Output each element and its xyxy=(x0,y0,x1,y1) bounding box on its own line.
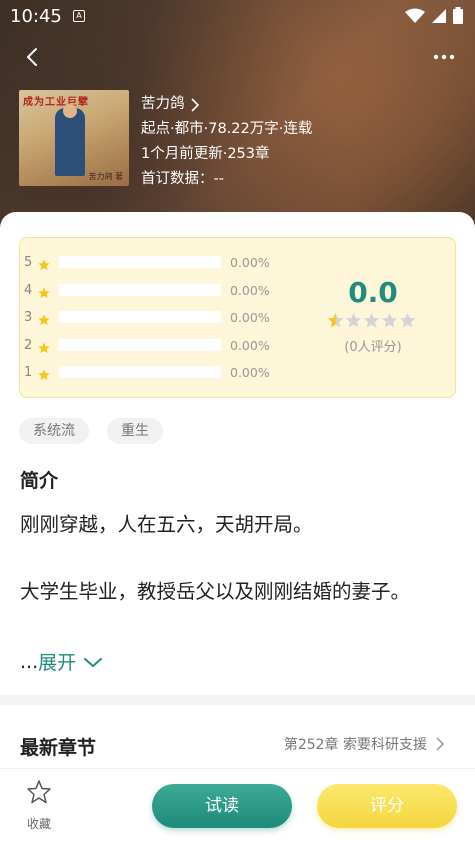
latest-chapter-name: 第252章 索要科研支援 xyxy=(283,737,427,753)
rating-star-level: 2 xyxy=(24,337,33,353)
notification-icon: A xyxy=(73,10,85,22)
star-icon xyxy=(38,284,50,298)
cover-figure-head xyxy=(63,104,77,118)
rating-count: (0人评分) xyxy=(344,340,402,355)
rating-bar xyxy=(59,311,221,323)
expand-ellipsis: ... xyxy=(20,650,39,673)
rating-star-level: 5 xyxy=(24,254,33,270)
more-dots-icon[interactable] xyxy=(431,44,457,70)
star-icon xyxy=(38,311,50,325)
rating-percent: 0.00% xyxy=(230,282,270,298)
cover-author: 苦力鸽 著 xyxy=(88,172,123,181)
rating-star-level: 4 xyxy=(24,282,33,298)
rating-star-level: 1 xyxy=(24,364,33,380)
rating-row: 5 0.00% xyxy=(24,252,270,272)
rating-bar xyxy=(59,256,221,268)
battery-icon xyxy=(453,7,463,24)
rating-percent: 0.00% xyxy=(230,337,270,353)
rating-row: 4 0.00% xyxy=(24,280,270,300)
section-divider xyxy=(0,695,475,705)
rating-bar xyxy=(59,339,221,351)
star-icon xyxy=(38,366,50,380)
rating-percent: 0.00% xyxy=(230,364,270,380)
author-name: 苦力鸽 xyxy=(141,96,185,112)
star-outline-icon xyxy=(27,780,51,804)
expand-label: 展开 xyxy=(38,652,77,674)
intro-title: 简介 xyxy=(20,470,59,492)
star-icon xyxy=(38,339,50,353)
rating-bar xyxy=(59,366,221,378)
book-cover[interactable]: 成为工业巨擘 苦力鸽 著 xyxy=(19,90,129,186)
favorite-label: 收藏 xyxy=(26,817,51,831)
intro-paragraph-1: 刚刚穿越，人在五六，天胡开局。 xyxy=(20,513,313,536)
book-category-line: 起点·都市·78.22万字·连载 xyxy=(141,121,313,137)
chevron-right-icon xyxy=(436,737,445,751)
chevron-down-icon xyxy=(84,657,103,667)
signal-icon xyxy=(432,8,446,23)
status-icons xyxy=(405,7,463,24)
author-link[interactable]: 苦力鸽 xyxy=(141,92,312,117)
latest-chapter-row[interactable]: 第252章 索要科研支援 xyxy=(284,734,445,754)
rating-star-level: 3 xyxy=(24,309,33,325)
book-meta: 苦力鸽 起点·都市·78.22万字·连载 1个月前更新·253章 首订数据：-- xyxy=(141,92,312,192)
back-icon[interactable] xyxy=(20,44,46,70)
status-bar: 10:45 A xyxy=(0,0,475,34)
rating-percent: 0.00% xyxy=(230,254,270,270)
rating-row: 2 0.00% xyxy=(24,335,270,355)
rating-row: 3 0.00% xyxy=(24,307,270,327)
tag-rebirth[interactable]: 重生 xyxy=(107,418,163,444)
score-star-icon xyxy=(327,312,344,328)
rating-percent: 0.00% xyxy=(230,309,270,325)
average-score: 0.0 xyxy=(348,276,398,309)
rating-bar xyxy=(59,284,221,296)
rating-row: 1 0.00% xyxy=(24,362,270,382)
chevron-right-icon xyxy=(190,97,199,112)
expand-button[interactable]: ... 展开 xyxy=(20,648,106,675)
latest-chapter-title: 最新章节 xyxy=(20,737,97,759)
score-star-icon xyxy=(363,312,380,328)
trial-read-button[interactable]: 试读 xyxy=(152,784,292,828)
star-icon xyxy=(38,256,50,270)
first-sub-data: 首订数据：-- xyxy=(141,171,224,187)
wifi-icon xyxy=(405,8,425,23)
score-star-icon xyxy=(399,312,416,328)
intro-paragraph-2: 大学生毕业，教授岳父以及刚刚结婚的妻子。 xyxy=(20,580,411,603)
cover-figure xyxy=(55,108,85,176)
score-star-icon xyxy=(345,312,362,328)
score-star-icon xyxy=(381,312,398,328)
cover-title: 成为工业巨擘 xyxy=(23,97,89,108)
tag-system[interactable]: 系统流 xyxy=(19,418,89,444)
score-stars xyxy=(327,312,416,329)
book-update-line: 1个月前更新·253章 xyxy=(141,146,270,162)
rate-button[interactable]: 评分 xyxy=(317,784,457,828)
status-time: 10:45 xyxy=(10,6,62,27)
